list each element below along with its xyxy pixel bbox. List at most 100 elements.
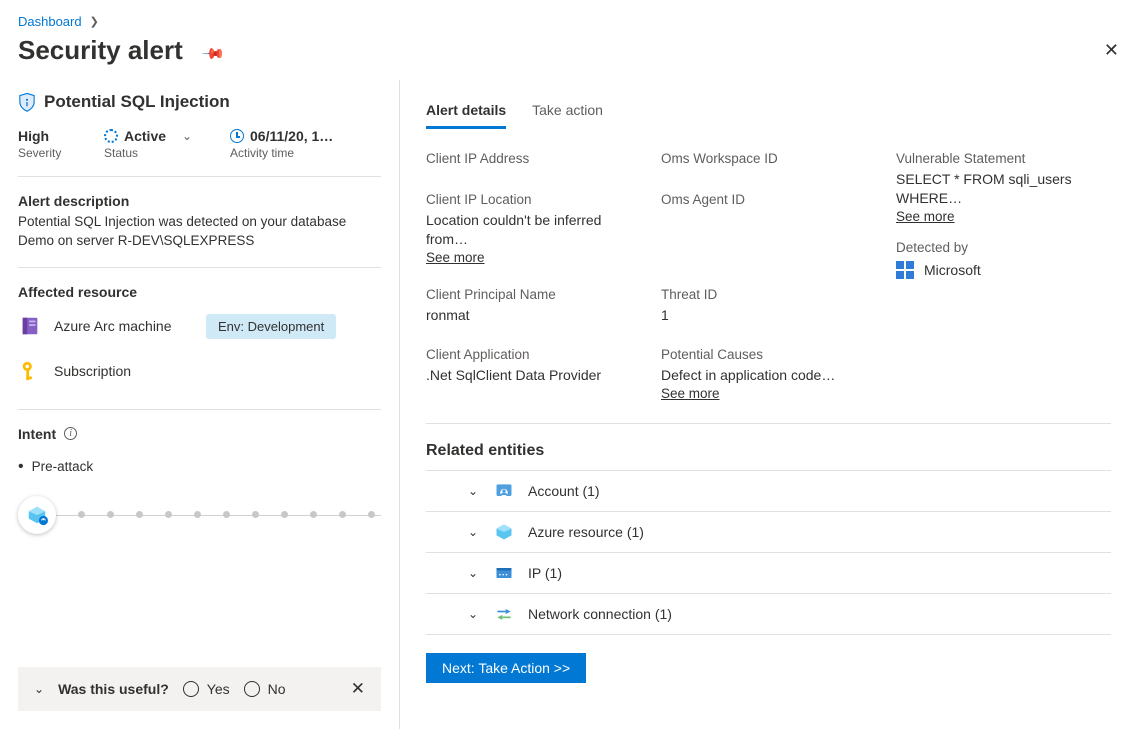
useful-yes[interactable]: Yes [183, 681, 230, 697]
activity-label: Activity time [230, 146, 381, 160]
spinner-icon [104, 129, 118, 143]
detail-value: .Net SqlClient Data Provider [426, 366, 641, 385]
entity-label: Network connection [528, 606, 651, 622]
entity-count: (1) [627, 524, 644, 540]
related-entities-list: ⌄ Account (1) ⌄ Azure resource (1) [426, 470, 1111, 635]
entity-label: Azure resource [528, 524, 623, 540]
resource-item-subscription[interactable]: Subscription [18, 349, 381, 393]
detail-key: Client IP Location [426, 192, 641, 207]
resource-label: Azure Arc machine [54, 318, 194, 334]
see-more-link[interactable]: See more [661, 386, 720, 401]
radio-icon [183, 681, 199, 697]
chevron-down-icon[interactable]: ⌄ [182, 129, 192, 143]
status-value: Active [124, 128, 166, 144]
detail-client-ip: Client IP Address [426, 151, 641, 170]
useful-question: Was this useful? [58, 681, 169, 697]
left-pane: Potential SQL Injection High Severity Ac… [0, 80, 400, 729]
affected-resource-heading: Affected resource [18, 284, 381, 300]
entity-row-network-connection[interactable]: ⌄ Network connection (1) [426, 594, 1111, 635]
see-more-link[interactable]: See more [896, 209, 955, 224]
ip-icon [494, 563, 514, 583]
breadcrumb-dashboard-link[interactable]: Dashboard [18, 14, 82, 29]
detail-value: 1 [661, 306, 876, 325]
chevron-right-icon: ❯ [90, 15, 99, 28]
detail-client-ip-location: Client IP Location Location couldn't be … [426, 192, 641, 265]
entity-count: (1) [582, 483, 599, 499]
stat-status[interactable]: Active ⌄ Status [104, 128, 224, 160]
title-row: Security alert 📌 ✕ [0, 29, 1137, 80]
detail-grid: Client IP Address Oms Workspace ID Vulne… [426, 151, 1111, 424]
shield-icon [18, 92, 36, 112]
entity-label: Account [528, 483, 579, 499]
tab-alert-details[interactable]: Alert details [426, 102, 506, 129]
detail-key: Vulnerable Statement [896, 151, 1111, 166]
alert-description-heading: Alert description [18, 193, 381, 209]
useful-no[interactable]: No [244, 681, 286, 697]
detail-key: Client IP Address [426, 151, 641, 166]
alert-name: Potential SQL Injection [44, 92, 230, 112]
network-icon [494, 604, 514, 624]
kill-chain [18, 496, 381, 534]
see-more-link[interactable]: See more [426, 250, 485, 265]
detail-oms-agent: Oms Agent ID [661, 192, 876, 265]
activity-value: 06/11/20, 1… [250, 128, 333, 144]
useful-bar: ⌄ Was this useful? Yes No ✕ [18, 667, 381, 711]
detail-key: Client Principal Name [426, 287, 641, 302]
server-icon [18, 314, 42, 338]
info-icon[interactable]: i [64, 427, 77, 440]
entity-row-account[interactable]: ⌄ Account (1) [426, 471, 1111, 512]
related-entities-heading: Related entities [426, 442, 1111, 460]
tab-take-action[interactable]: Take action [532, 102, 603, 129]
detail-vulnerable-statement: Vulnerable Statement SELECT * FROM sqli_… [896, 151, 1111, 224]
detail-client-principal: Client Principal Name ronmat [426, 287, 641, 325]
chevron-down-icon: ⌄ [466, 484, 480, 498]
stat-activity: 06/11/20, 1… Activity time [230, 128, 381, 160]
tabs: Alert details Take action [426, 102, 1111, 129]
intent-stage: Pre-attack [18, 458, 381, 476]
status-label: Status [104, 146, 224, 160]
entity-row-azure-resource[interactable]: ⌄ Azure resource (1) [426, 512, 1111, 553]
key-icon [18, 359, 42, 383]
page-title: Security alert 📌 [18, 35, 223, 66]
next-take-action-button[interactable]: Next: Take Action >> [426, 653, 586, 683]
entity-row-ip[interactable]: ⌄ IP (1) [426, 553, 1111, 594]
pin-icon[interactable]: 📌 [200, 41, 226, 67]
close-icon[interactable]: ✕ [351, 679, 365, 699]
entity-count: (1) [545, 565, 562, 581]
severity-value: High [18, 128, 98, 144]
resource-label: Subscription [54, 363, 194, 379]
chevron-down-icon: ⌄ [466, 525, 480, 539]
entity-count: (1) [655, 606, 672, 622]
stat-severity: High Severity [18, 128, 98, 160]
breadcrumb: Dashboard ❯ [0, 0, 1137, 29]
severity-label: Severity [18, 146, 98, 160]
clock-icon [230, 129, 244, 143]
microsoft-logo-icon [896, 261, 914, 279]
detail-detected-by: Detected by Microsoft [896, 240, 1111, 280]
chevron-down-icon[interactable]: ⌄ [34, 682, 44, 696]
env-tag: Env: Development [206, 314, 336, 339]
detail-value: Microsoft [924, 261, 981, 280]
detail-value: SELECT * FROM sqli_users WHERE… [896, 170, 1111, 208]
detail-oms-workspace: Oms Workspace ID [661, 151, 876, 170]
resource-item-arc[interactable]: Azure Arc machine Env: Development [18, 304, 381, 349]
chain-start-node[interactable] [18, 496, 56, 534]
entity-label: IP [528, 565, 541, 581]
detail-client-application: Client Application .Net SqlClient Data P… [426, 347, 641, 401]
detail-key: Client Application [426, 347, 641, 362]
detail-value: Location couldn't be inferred from… [426, 211, 641, 249]
detail-threat-id: Threat ID 1 [661, 287, 876, 325]
detail-key: Threat ID [661, 287, 876, 302]
detail-key: Potential Causes [661, 347, 876, 362]
account-icon [494, 481, 514, 501]
detail-value: Defect in application code… [661, 366, 876, 385]
cube-icon [494, 522, 514, 542]
radio-icon [244, 681, 260, 697]
detail-key: Oms Agent ID [661, 192, 876, 207]
detail-key: Oms Workspace ID [661, 151, 876, 166]
alert-description: Potential SQL Injection was detected on … [18, 213, 381, 251]
chevron-down-icon: ⌄ [466, 566, 480, 580]
chevron-down-icon: ⌄ [466, 607, 480, 621]
detail-value: ronmat [426, 306, 641, 325]
close-icon[interactable]: ✕ [1104, 40, 1119, 61]
